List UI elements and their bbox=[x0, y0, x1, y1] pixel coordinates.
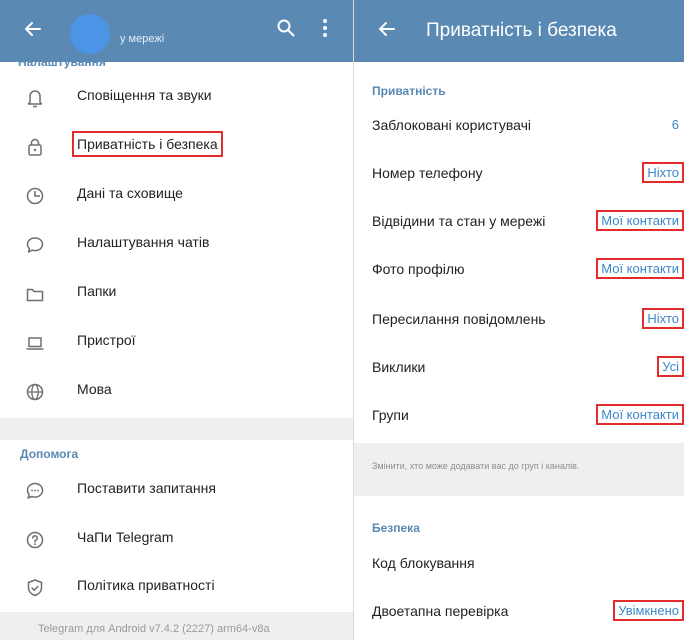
security-row-label: Двоетапна перевірка bbox=[372, 603, 509, 619]
chat-bubble-icon bbox=[24, 234, 46, 256]
settings-item-folders[interactable]: Папки bbox=[0, 269, 354, 317]
privacy-row-value: Ніхто bbox=[642, 162, 684, 183]
settings-panel: у мережі Налаштування Сповіщення та звук… bbox=[0, 0, 354, 640]
groups-hint: Змінити, хто може додавати вас до груп і… bbox=[354, 443, 684, 496]
back-arrow-icon[interactable] bbox=[374, 16, 400, 42]
version-text: Telegram для Android v7.4.2 (2227) arm64… bbox=[38, 623, 270, 635]
settings-item-chat-settings[interactable]: Налаштування чатів bbox=[0, 220, 354, 268]
security-row-value: Увімкнено bbox=[613, 600, 684, 621]
bell-icon bbox=[24, 87, 46, 109]
privacy-row-forwarded-messages[interactable]: Пересилання повідомлень Ніхто bbox=[354, 297, 684, 345]
settings-item-data-storage[interactable]: Дані та сховище bbox=[0, 171, 354, 219]
privacy-row-label: Виклики bbox=[372, 359, 426, 375]
privacy-row-label: Фото профілю bbox=[372, 261, 465, 277]
privacy-row-label: Групи bbox=[372, 407, 409, 423]
privacy-row-label: Відвідини та стан у мережі bbox=[372, 213, 546, 229]
security-row-two-step[interactable]: Двоетапна перевірка Увімкнено bbox=[354, 589, 684, 637]
online-status: у мережі bbox=[120, 33, 165, 45]
chat-dots-icon bbox=[24, 480, 46, 502]
privacy-row-blocked-users[interactable]: Заблоковані користувачі 6 bbox=[354, 103, 684, 151]
privacy-row-profile-photo[interactable]: Фото профілю Мої контакти bbox=[354, 247, 684, 295]
help-item-ask-question[interactable]: Поставити запитання bbox=[0, 466, 354, 514]
groups-hint-text: Змінити, хто може додавати вас до груп і… bbox=[372, 461, 580, 471]
page-title: Приватність і безпека bbox=[426, 20, 617, 41]
help-item-label: Політика приватності bbox=[77, 577, 215, 593]
help-item-label: Поставити запитання bbox=[77, 480, 216, 496]
privacy-row-value: Мої контакти bbox=[596, 210, 684, 231]
privacy-header: Приватність і безпека bbox=[354, 0, 684, 62]
help-item-label: ЧаПи Telegram bbox=[77, 529, 174, 545]
settings-item-label: Мова bbox=[77, 381, 112, 397]
privacy-row-value: Усі bbox=[657, 356, 684, 377]
settings-item-label: Приватність і безпека bbox=[72, 131, 223, 157]
privacy-row-last-seen[interactable]: Відвідини та стан у мережі Мої контакти bbox=[354, 199, 684, 247]
globe-icon bbox=[24, 381, 46, 403]
folder-icon bbox=[24, 283, 46, 305]
version-footer: Telegram для Android v7.4.2 (2227) arm64… bbox=[0, 612, 354, 640]
clock-icon bbox=[24, 185, 46, 207]
privacy-row-label: Номер телефону bbox=[372, 165, 483, 181]
laptop-icon bbox=[24, 332, 46, 354]
privacy-row-phone-number[interactable]: Номер телефону Ніхто bbox=[354, 151, 684, 199]
settings-item-notifications[interactable]: Сповіщення та звуки bbox=[0, 73, 354, 121]
help-item-privacy-policy[interactable]: Політика приватності bbox=[0, 563, 354, 611]
privacy-row-value: Мої контакти bbox=[596, 258, 684, 279]
privacy-row-value: 6 bbox=[671, 117, 679, 132]
settings-item-label: Дані та сховище bbox=[77, 185, 183, 201]
settings-item-label: Сповіщення та звуки bbox=[77, 87, 212, 103]
settings-header: у мережі Налаштування bbox=[0, 0, 354, 69]
question-icon bbox=[24, 529, 46, 551]
security-row-passcode[interactable]: Код блокування bbox=[354, 541, 684, 589]
privacy-row-label: Пересилання повідомлень bbox=[372, 311, 546, 327]
privacy-section-title: Приватність bbox=[372, 84, 446, 98]
shield-check-icon bbox=[24, 577, 46, 599]
security-section-title: Безпека bbox=[372, 521, 420, 535]
avatar[interactable] bbox=[70, 14, 110, 54]
search-icon[interactable] bbox=[276, 18, 296, 38]
more-menu-icon[interactable] bbox=[322, 18, 328, 38]
settings-item-label: Папки bbox=[77, 283, 117, 299]
help-item-faq[interactable]: ЧаПи Telegram bbox=[0, 515, 354, 563]
settings-item-privacy[interactable]: Приватність і безпека bbox=[0, 122, 354, 170]
lock-icon bbox=[24, 136, 46, 158]
privacy-security-panel: Приватність і безпека Приватність Заблок… bbox=[354, 0, 684, 640]
privacy-row-groups[interactable]: Групи Мої контакти bbox=[354, 393, 684, 441]
help-section-title: Допомога bbox=[20, 447, 79, 461]
section-divider bbox=[0, 418, 354, 440]
privacy-row-value: Ніхто bbox=[642, 308, 684, 329]
privacy-row-value: Мої контакти bbox=[596, 404, 684, 425]
settings-item-label: Налаштування чатів bbox=[77, 234, 210, 250]
settings-item-language[interactable]: Мова bbox=[0, 367, 354, 415]
settings-item-label: Пристрої bbox=[77, 332, 136, 348]
back-arrow-icon[interactable] bbox=[20, 16, 46, 42]
security-row-label: Код блокування bbox=[372, 555, 475, 571]
settings-section-title: Налаштування bbox=[18, 55, 106, 69]
settings-item-devices[interactable]: Пристрої bbox=[0, 318, 354, 366]
privacy-row-calls[interactable]: Виклики Усі bbox=[354, 345, 684, 393]
privacy-row-label: Заблоковані користувачі bbox=[372, 117, 532, 133]
